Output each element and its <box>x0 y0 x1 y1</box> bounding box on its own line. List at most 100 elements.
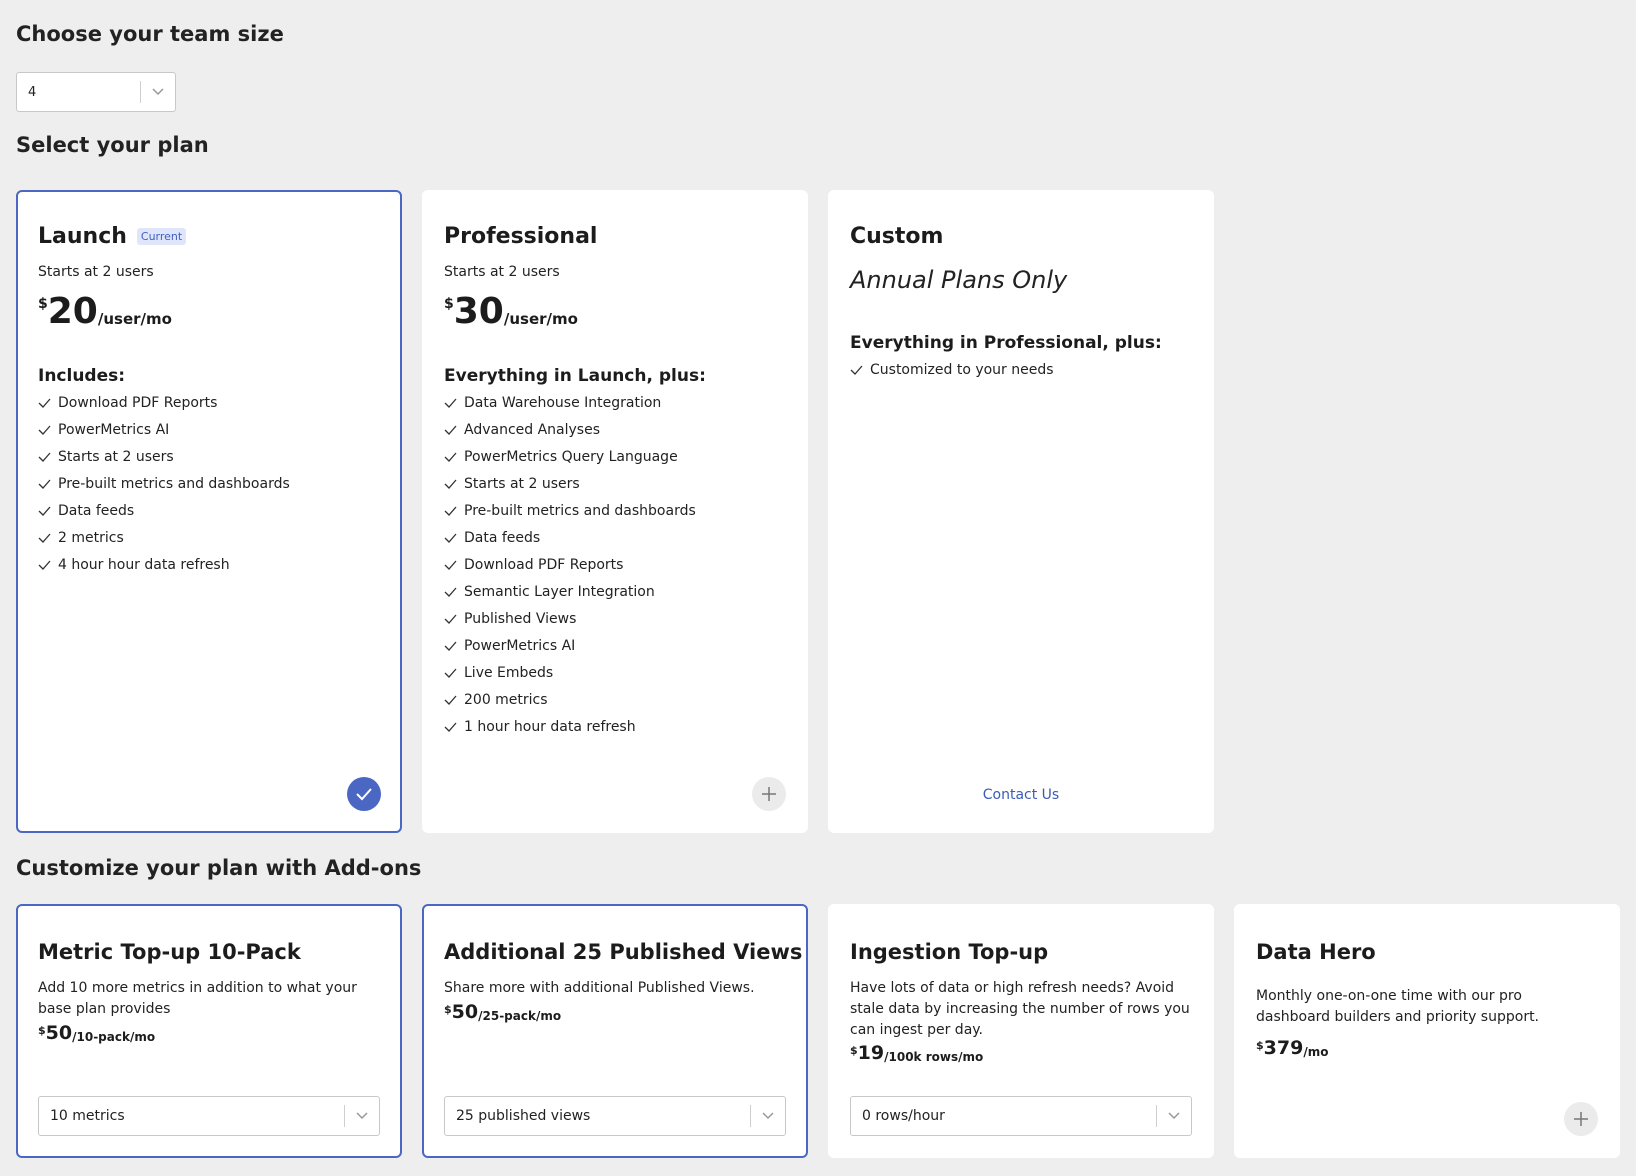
addon-description: Share more with additional Published Vie… <box>444 980 755 996</box>
current-badge: Current <box>136 228 187 245</box>
feature-item: Semantic Layer Integration <box>444 578 696 605</box>
price-unit: /25-pack/mo <box>478 1009 562 1023</box>
chevron-down-icon[interactable] <box>345 1112 379 1120</box>
plan-card-professional[interactable]: Professional Starts at 2 users $ 30 /use… <box>422 190 808 833</box>
check-icon <box>444 641 464 651</box>
feature-label: 2 metrics <box>58 529 124 546</box>
addon-card-ingestion-topup[interactable]: Ingestion Top-up Have lots of data or hi… <box>828 904 1214 1158</box>
feature-label: Download PDF Reports <box>58 394 218 411</box>
includes-heading: Everything in Professional, plus: <box>850 333 1162 353</box>
team-size-select[interactable]: 4 <box>16 72 176 112</box>
feature-label: 1 hour hour data refresh <box>464 718 636 735</box>
feature-item: Data feeds <box>444 524 696 551</box>
chevron-down-icon[interactable] <box>751 1112 785 1120</box>
team-size-value: 4 <box>28 84 37 100</box>
plan-subtitle: Starts at 2 users <box>38 264 154 280</box>
check-icon <box>444 452 464 462</box>
metric-quantity-select[interactable]: 10 metrics <box>38 1096 380 1136</box>
check-icon <box>444 614 464 624</box>
contact-us-link[interactable]: Contact Us <box>830 787 1212 803</box>
plan-name: Launch <box>38 224 127 249</box>
feature-item: Download PDF Reports <box>444 551 696 578</box>
feature-label: Data Warehouse Integration <box>464 394 662 411</box>
add-data-hero-button[interactable] <box>1564 1102 1598 1136</box>
feature-label: PowerMetrics Query Language <box>464 448 678 465</box>
published-views-select[interactable]: 25 published views <box>444 1096 786 1136</box>
addons-heading: Customize your plan with Add-ons <box>16 856 422 880</box>
check-icon <box>444 425 464 435</box>
feature-label: 4 hour hour data refresh <box>58 556 230 573</box>
addon-card-data-hero[interactable]: Data Hero Monthly one-on-one time with o… <box>1234 904 1620 1158</box>
feature-item: PowerMetrics AI <box>444 632 696 659</box>
add-plan-button[interactable] <box>752 777 786 811</box>
ingestion-rows-select[interactable]: 0 rows/hour <box>850 1096 1192 1136</box>
plan-title: Launch Current <box>38 224 187 249</box>
feature-label: Semantic Layer Integration <box>464 583 655 600</box>
feature-item: Customized to your needs <box>850 356 1054 383</box>
addon-description: Add 10 more metrics in addition to what … <box>38 980 357 1017</box>
select-value: 10 metrics <box>50 1108 125 1124</box>
plan-price: $ 30 /user/mo <box>444 292 578 332</box>
feature-item: 1 hour hour data refresh <box>444 713 696 740</box>
feature-list: Download PDF Reports PowerMetrics AI Start… <box>38 389 290 578</box>
checkmark-icon <box>356 788 372 801</box>
feature-item: PowerMetrics AI <box>38 416 290 443</box>
feature-item: Pre-built metrics and dashboards <box>38 470 290 497</box>
check-icon <box>444 668 464 678</box>
feature-item: Pre-built metrics and dashboards <box>444 497 696 524</box>
chevron-down-icon[interactable] <box>141 88 175 96</box>
plan-title: Professional <box>444 224 597 249</box>
feature-label: Customized to your needs <box>870 361 1054 378</box>
price-currency: $ <box>1256 1039 1264 1052</box>
price-amount: 20 <box>47 291 98 332</box>
price-amount: 379 <box>1263 1037 1304 1059</box>
feature-label: Pre-built metrics and dashboards <box>58 475 290 492</box>
select-value: 0 rows/hour <box>862 1108 945 1124</box>
plan-card-launch[interactable]: Launch Current Starts at 2 users $ 20 /u… <box>16 190 402 833</box>
feature-label: Advanced Analyses <box>464 421 601 438</box>
plus-icon <box>762 787 776 801</box>
check-icon <box>38 452 58 462</box>
price-amount: 50 <box>451 1001 479 1023</box>
feature-label: Pre-built metrics and dashboards <box>464 502 696 519</box>
chevron-down-icon[interactable] <box>1157 1112 1191 1120</box>
select-value: 25 published views <box>456 1108 591 1124</box>
check-icon <box>444 533 464 543</box>
addon-card-published-views[interactable]: Additional 25 Published Views Share more… <box>422 904 808 1158</box>
plan-name: Professional <box>444 224 598 249</box>
price-unit: /user/mo <box>97 310 172 328</box>
check-icon <box>444 479 464 489</box>
addon-name: Ingestion Top-up <box>850 940 1049 964</box>
plan-title: Custom <box>850 224 943 249</box>
price-currency: $ <box>38 1024 46 1037</box>
price-unit: /100k rows/mo <box>884 1050 984 1064</box>
feature-label: PowerMetrics AI <box>464 637 576 654</box>
feature-list: Data Warehouse Integration Advanced Analy… <box>444 389 696 740</box>
feature-item: Download PDF Reports <box>38 389 290 416</box>
page: Choose your team size 4 Select your plan… <box>0 0 1636 1176</box>
feature-item: 2 metrics <box>38 524 290 551</box>
addon-card-metric-topup[interactable]: Metric Top-up 10-Pack Add 10 more metric… <box>16 904 402 1158</box>
feature-label: Data feeds <box>464 529 541 546</box>
price-unit: /user/mo <box>503 310 578 328</box>
addon-description: Have lots of data or high refresh needs?… <box>850 980 1190 1038</box>
check-icon <box>444 722 464 732</box>
check-icon <box>38 398 58 408</box>
addon-description: Monthly one-on-one time with our pro das… <box>1256 988 1540 1025</box>
feature-label: Download PDF Reports <box>464 556 624 573</box>
plus-icon <box>1574 1112 1588 1126</box>
check-icon <box>444 506 464 516</box>
plan-card-custom[interactable]: Custom Annual Plans Only Everything in P… <box>828 190 1214 833</box>
feature-item: Starts at 2 users <box>444 470 696 497</box>
price-amount: 19 <box>857 1042 885 1064</box>
addon-price: $ 50 /25-pack/mo <box>444 1001 561 1023</box>
selected-check-button[interactable] <box>347 777 381 811</box>
price-amount: 50 <box>45 1022 73 1044</box>
feature-label: Published Views <box>464 610 577 627</box>
price-unit: /10-pack/mo <box>72 1030 156 1044</box>
feature-label: Starts at 2 users <box>464 475 580 492</box>
feature-item: Published Views <box>444 605 696 632</box>
addon-name: Additional 25 Published Views <box>444 940 803 964</box>
feature-label: Data feeds <box>58 502 135 519</box>
feature-label: Live Embeds <box>464 664 554 681</box>
